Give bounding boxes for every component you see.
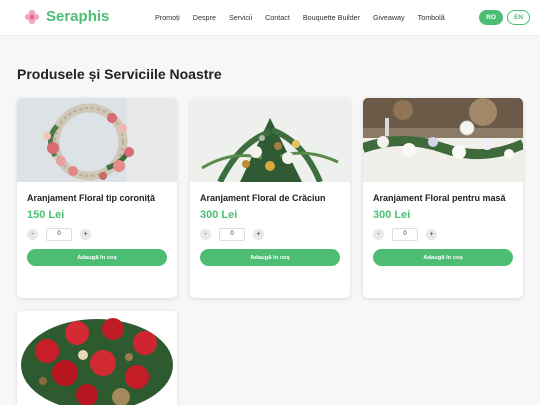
increase-quantity-button[interactable]: + xyxy=(80,229,91,240)
product-card: Aranjament Floral de Crăciun 300 Lei - 0… xyxy=(190,98,350,298)
nav-servicii[interactable]: Servicii xyxy=(229,13,252,22)
product-price: 150 Lei xyxy=(27,209,65,221)
quantity-input[interactable]: 0 xyxy=(46,228,72,241)
product-title: Aranjament Floral de Crăciun xyxy=(200,193,326,203)
quantity-stepper: - 0 + xyxy=(27,228,167,241)
top-navbar: Seraphis Promoți Despre Servicii Contact… xyxy=(0,0,540,36)
product-price: 300 Lei xyxy=(200,209,238,221)
quantity-input[interactable]: 0 xyxy=(392,228,418,241)
add-to-cart-button[interactable]: Adaugă în coș xyxy=(27,249,167,266)
nav-despre[interactable]: Despre xyxy=(193,13,216,22)
quantity-input[interactable]: 0 xyxy=(219,228,245,241)
nav-giveaway[interactable]: Giveaway xyxy=(373,13,405,22)
nav-bouquette-builder[interactable]: Bouquette Builder xyxy=(303,13,360,22)
add-to-cart-button[interactable]: Adaugă în coș xyxy=(373,249,513,266)
main-nav: Promoți Despre Servicii Contact Bouquett… xyxy=(155,13,458,22)
product-price: 300 Lei xyxy=(373,209,411,221)
nav-promotii[interactable]: Promoți xyxy=(155,13,180,22)
flower-icon xyxy=(24,9,40,25)
product-card: Aranjament Floral pentru masă 300 Lei - … xyxy=(363,98,523,298)
product-card xyxy=(17,311,177,405)
product-card: Aranjament Floral tip coroniță 150 Lei -… xyxy=(17,98,177,298)
product-title: Aranjament Floral tip coroniță xyxy=(27,193,156,203)
quantity-stepper: - 0 + xyxy=(373,228,513,241)
page-title: Produsele și Serviciile Noastre xyxy=(17,66,222,82)
product-image-christmas[interactable] xyxy=(190,98,350,182)
brand-logo[interactable]: Seraphis xyxy=(24,8,109,25)
decrease-quantity-button[interactable]: - xyxy=(200,229,211,240)
decrease-quantity-button[interactable]: - xyxy=(27,229,38,240)
language-ro-button[interactable]: RO xyxy=(479,10,503,25)
brand-name: Seraphis xyxy=(46,8,110,25)
quantity-stepper: - 0 + xyxy=(200,228,340,241)
product-image-roses[interactable] xyxy=(17,311,177,405)
product-image-table[interactable] xyxy=(363,98,523,182)
nav-contact[interactable]: Contact xyxy=(265,13,290,22)
nav-tombola[interactable]: Tombolă xyxy=(418,13,445,22)
decrease-quantity-button[interactable]: - xyxy=(373,229,384,240)
increase-quantity-button[interactable]: + xyxy=(253,229,264,240)
product-title: Aranjament Floral pentru masă xyxy=(373,193,506,203)
product-image-wreath[interactable] xyxy=(17,98,177,182)
add-to-cart-button[interactable]: Adaugă în coș xyxy=(200,249,340,266)
increase-quantity-button[interactable]: + xyxy=(426,229,437,240)
language-en-button[interactable]: EN xyxy=(507,10,530,25)
